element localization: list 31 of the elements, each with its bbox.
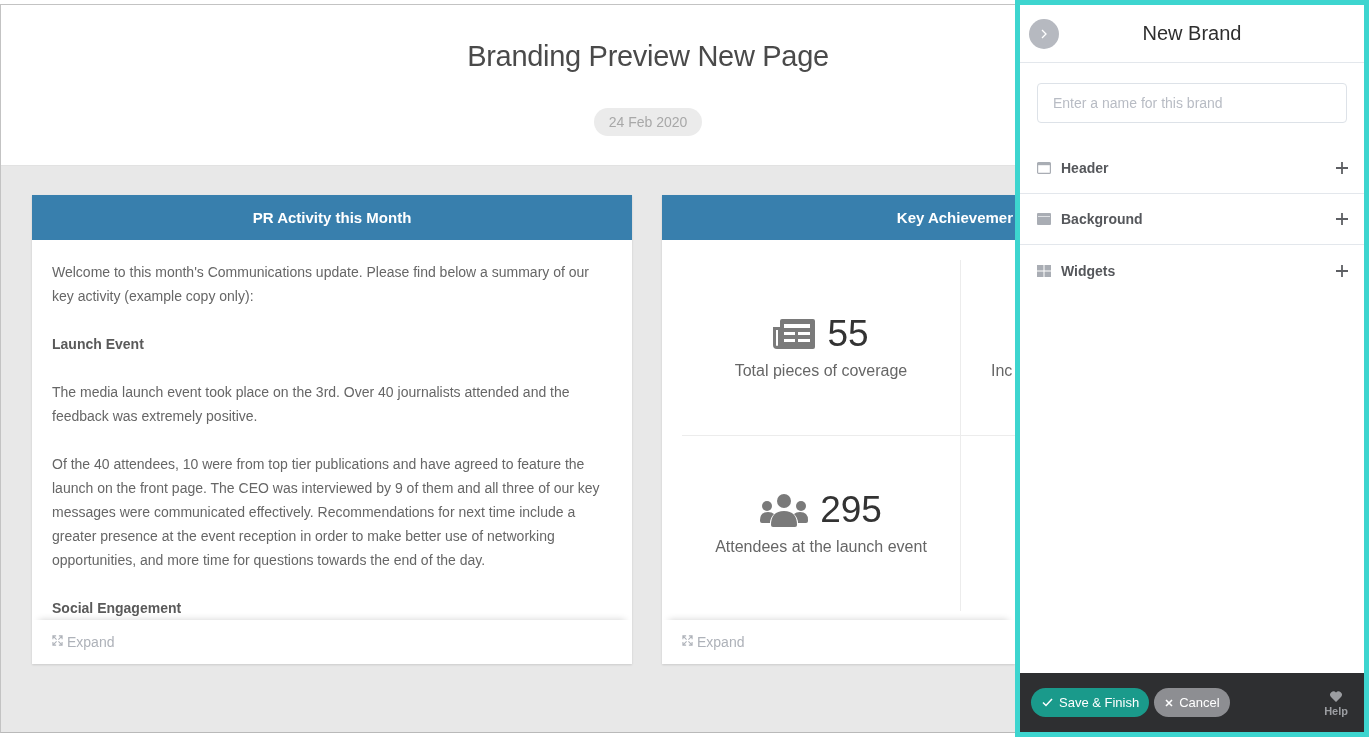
stat-label: Total pieces of coverage [734, 361, 908, 382]
panel-title: New Brand [1141, 22, 1243, 45]
stat-label: Attendees at the launch event [715, 537, 927, 558]
window-icon [1037, 162, 1051, 174]
expand-icon [682, 635, 693, 646]
check-icon [1042, 698, 1053, 707]
stat-label: Inc [991, 361, 1013, 382]
grid-icon [1037, 264, 1051, 277]
brand-name-field[interactable]: Enter a name for this brand [1037, 83, 1347, 123]
paragraph-text: Of the 40 attendees, 10 were from top tier publications and have agreed to feature the launch on the front page. The CEO was interviewed by 9 of them and all three of our key messages were communicated effectively. Recommendations for next time include a greater presence at the event reception in order to make better use of networking opportunities, and more time for questions towards the end of the day. [52, 455, 601, 570]
expand-icon [52, 635, 63, 646]
save-button[interactable]: Save & Finish [1031, 688, 1150, 717]
paragraph-text: Welcome to this month's Communications update. Please find below a summary of our key activity (example copy only): [52, 263, 590, 306]
section-heading: Launch Event [52, 335, 145, 354]
heart-icon [1330, 690, 1343, 702]
card-title: PR Activity this Month [252, 209, 412, 226]
stat-number: 295 [820, 489, 882, 532]
people-icon [760, 493, 809, 527]
newspaper-icon [773, 319, 816, 350]
section-heading: Social Engagement [52, 599, 183, 618]
collapse-panel-button[interactable] [1029, 18, 1059, 49]
stat-number: 55 [827, 313, 869, 356]
page-title: Branding Preview New Page [467, 39, 829, 74]
help-button[interactable]: Help [1324, 690, 1348, 717]
panel-icon [1037, 213, 1051, 225]
chevron-right-icon [1041, 28, 1047, 39]
card-title: Key Achievemer [896, 209, 1013, 226]
paragraph-text: The media launch event took place on the 3rd. Over 40 journalists attended and the feedback was extremely positive. [52, 383, 571, 426]
close-icon [1165, 698, 1174, 707]
date-pill: 24 Feb 2020 [593, 108, 703, 136]
cancel-button[interactable]: Cancel [1154, 688, 1230, 717]
